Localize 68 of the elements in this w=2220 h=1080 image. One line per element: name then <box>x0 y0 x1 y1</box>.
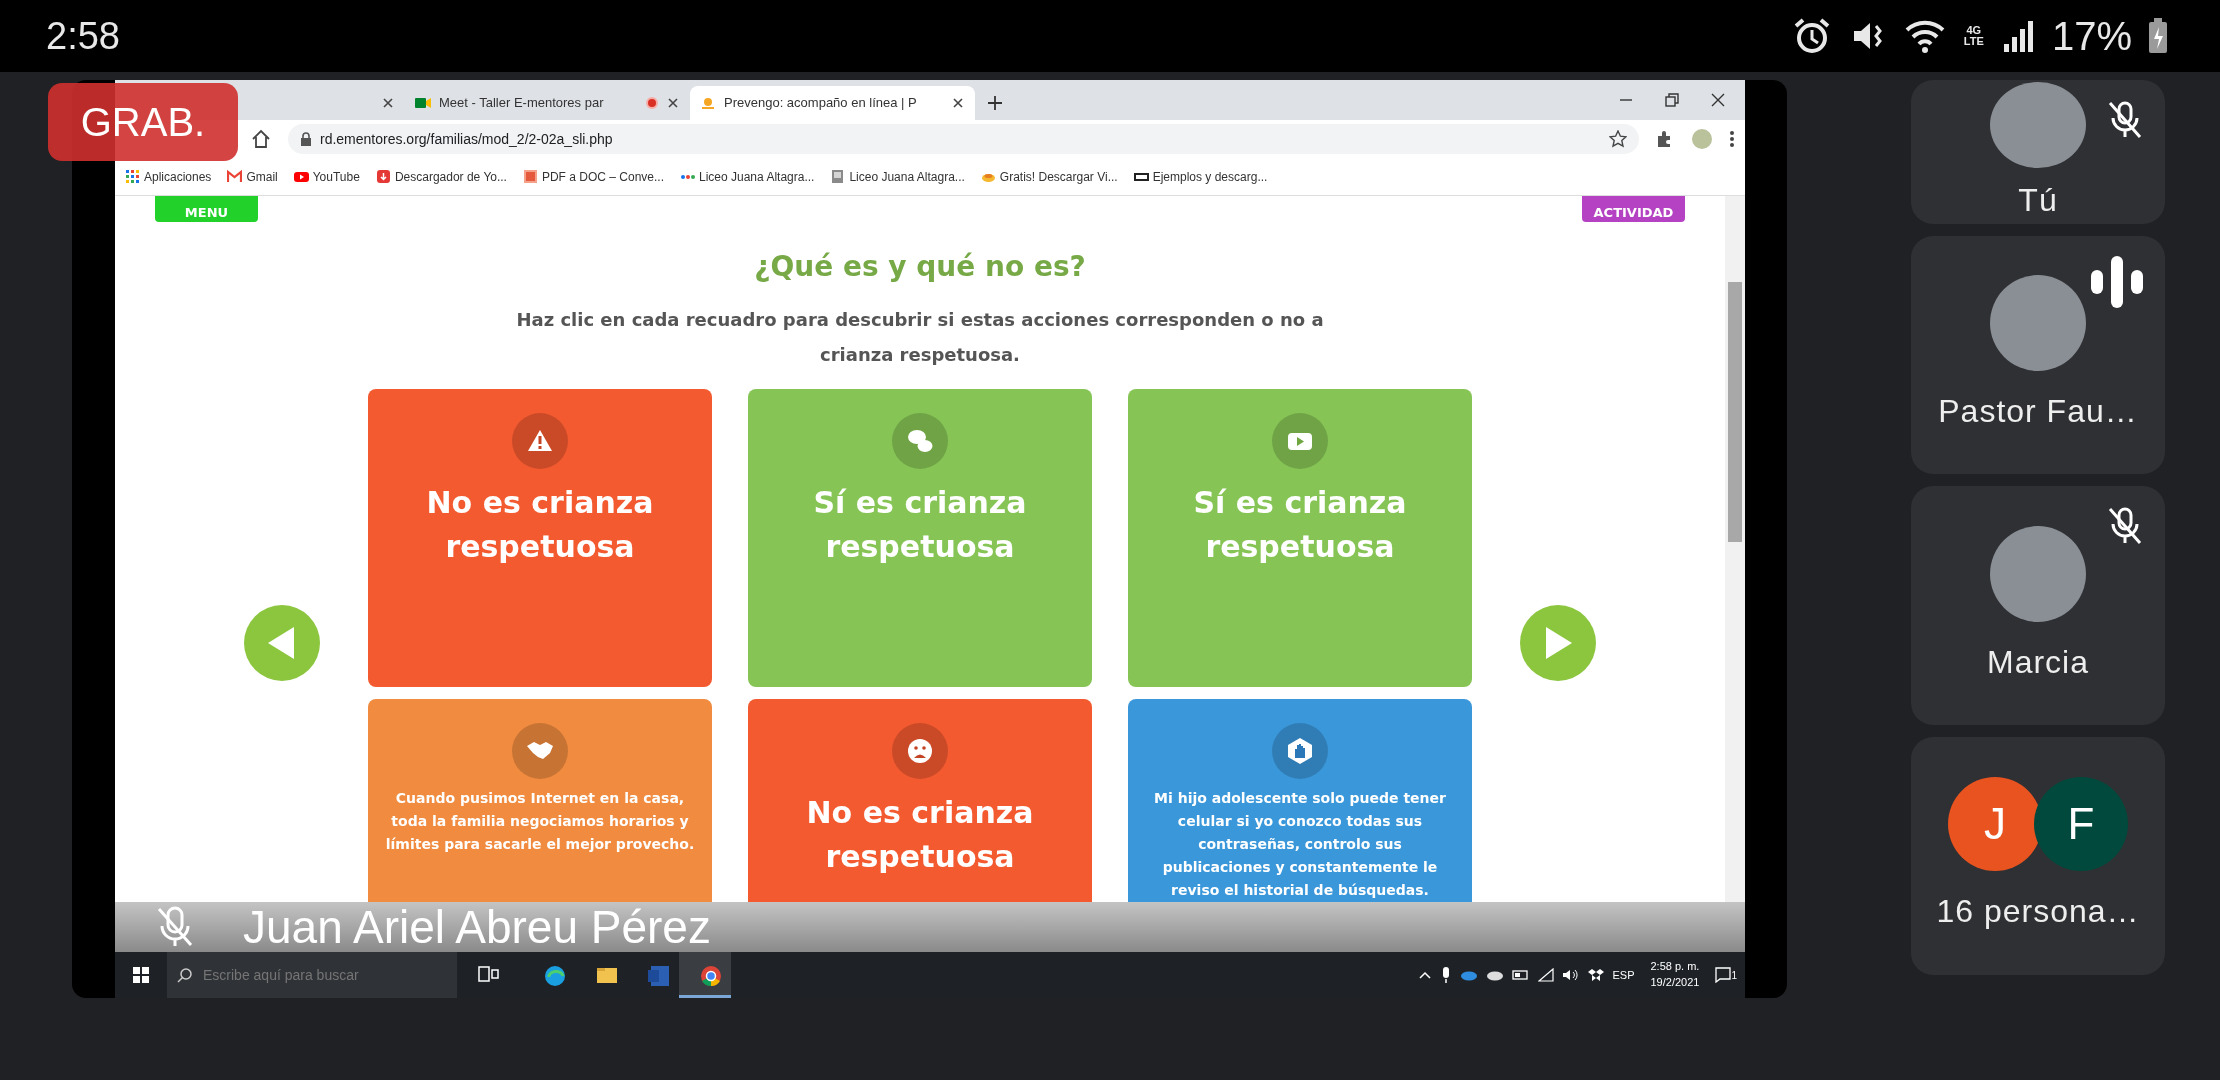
bookmark-icon <box>375 169 391 184</box>
scrollbar-thumb[interactable] <box>1728 282 1742 542</box>
chevron-up-icon[interactable] <box>1418 969 1433 981</box>
notifications-button[interactable]: 1 <box>1715 967 1737 983</box>
sun-icon <box>700 95 716 111</box>
home-icon[interactable] <box>250 128 272 150</box>
scrollbar[interactable] <box>1725 196 1745 902</box>
taskbar-date: 19/2/2021 <box>1650 975 1700 990</box>
bookmark-link[interactable]: Ejemplos y descarg... <box>1133 167 1268 186</box>
crying-face-icon <box>906 737 934 765</box>
battery-icon[interactable] <box>1512 969 1531 981</box>
battery-icon <box>2148 18 2168 54</box>
close-icon[interactable] <box>381 96 395 110</box>
star-icon[interactable] <box>1609 130 1627 148</box>
lock-icon <box>300 132 312 146</box>
bookmark-link[interactable]: YouTube <box>293 167 360 186</box>
bookmark-link[interactable]: Gmail <box>227 167 278 186</box>
bookmark-icon <box>227 169 243 184</box>
browser-tab[interactable]: Prevengo: acompaño en línea | P <box>690 86 975 120</box>
url-text: rd.ementores.org/familias/mod_2/2-02a_sli.php <box>320 129 614 149</box>
bookmark-icon <box>522 169 538 184</box>
address-bar[interactable]: rd.ementores.org/familias/mod_2/2-02a_sli.php <box>288 124 1639 154</box>
card-statement-text: Mi hijo adolescente solo puede tener celular si yo conozco todas sus contraseñas, controlo sus publicaciones y constantemente le reviso el historial de búsquedas. <box>1153 789 1447 900</box>
next-activity-button[interactable]: ACTIVIDAD <box>1582 196 1685 222</box>
chat-bubbles-icon <box>906 427 934 455</box>
notification-icon <box>1715 967 1732 983</box>
recording-badge: GRAB. <box>48 83 238 161</box>
bookmark-link[interactable]: Liceo Juana Altagra... <box>680 167 815 186</box>
participant-name: Tú <box>2018 181 2058 220</box>
taskbar-app-button[interactable] <box>679 952 731 998</box>
signal-icon <box>2001 18 2036 54</box>
page-title: ¿Qué es y qué no es? <box>753 249 1087 285</box>
volume-icon[interactable] <box>1562 968 1581 982</box>
search-icon <box>177 967 193 983</box>
taskbar-time: 2:58 p. m. <box>1650 959 1700 975</box>
battery-level: 17% <box>2051 13 2132 60</box>
browser-tab[interactable]: Meet - Taller E-mentores par <box>405 86 690 120</box>
bookmark-icon <box>293 169 309 184</box>
bookmark-link[interactable]: PDF a DOC – Conve... <box>522 167 664 186</box>
bookmark-icon <box>830 169 846 184</box>
participant-name: Marcia <box>1987 642 2089 682</box>
bookmark-link[interactable]: Liceo Juana Altagra... <box>830 167 965 186</box>
video-camera-icon <box>415 96 431 110</box>
cloud-icon[interactable] <box>1486 969 1505 981</box>
card-result-text: Sí es crianza respetuosa <box>1192 484 1408 566</box>
presenter-name: Juan Ariel Abreu Pérez <box>243 904 711 950</box>
close-icon[interactable] <box>951 96 965 110</box>
participant-name: Pastor Fau… <box>1938 392 2138 431</box>
card-result-text: No es crianza respetuosa <box>805 794 1035 876</box>
bookmark-link[interactable]: Descargador de Yo... <box>375 167 507 186</box>
taskbar-search-field[interactable]: Escribe aquí para buscar <box>201 963 441 987</box>
card-result-text: Sí es crianza respetuosa <box>812 484 1028 566</box>
dropbox-icon[interactable] <box>1588 968 1605 982</box>
bookmark-icon <box>125 169 140 184</box>
language-indicator[interactable]: ESP <box>1612 966 1635 984</box>
clock-time: 2:58 <box>46 13 120 59</box>
instructions-text: Haz clic en cada recuadro para descubrir si estas acciones corresponden o no a crianza respetuosa. <box>515 308 1325 367</box>
bookmark-link[interactable]: Gratis! Descargar Vi... <box>980 167 1118 186</box>
card-result-text: No es crianza respetuosa <box>425 484 655 566</box>
participant-name: 16 persona… <box>1936 892 2140 931</box>
card-statement-text: Cuando pusimos Internet en la casa, toda la familia negociamos horarios y límites para sacarle el mejor provecho. <box>384 789 696 854</box>
taskbar-search-box[interactable]: Escribe aquí para buscar <box>167 952 457 998</box>
initial-avatar: F <box>2034 777 2128 871</box>
close-icon[interactable] <box>666 96 680 110</box>
bookmark-link[interactable]: Aplicaciones <box>125 167 212 186</box>
stop-hand-icon <box>1286 737 1314 765</box>
network-type: 4G LTE <box>1962 25 1985 47</box>
more-options-icon[interactable] <box>1729 129 1735 149</box>
